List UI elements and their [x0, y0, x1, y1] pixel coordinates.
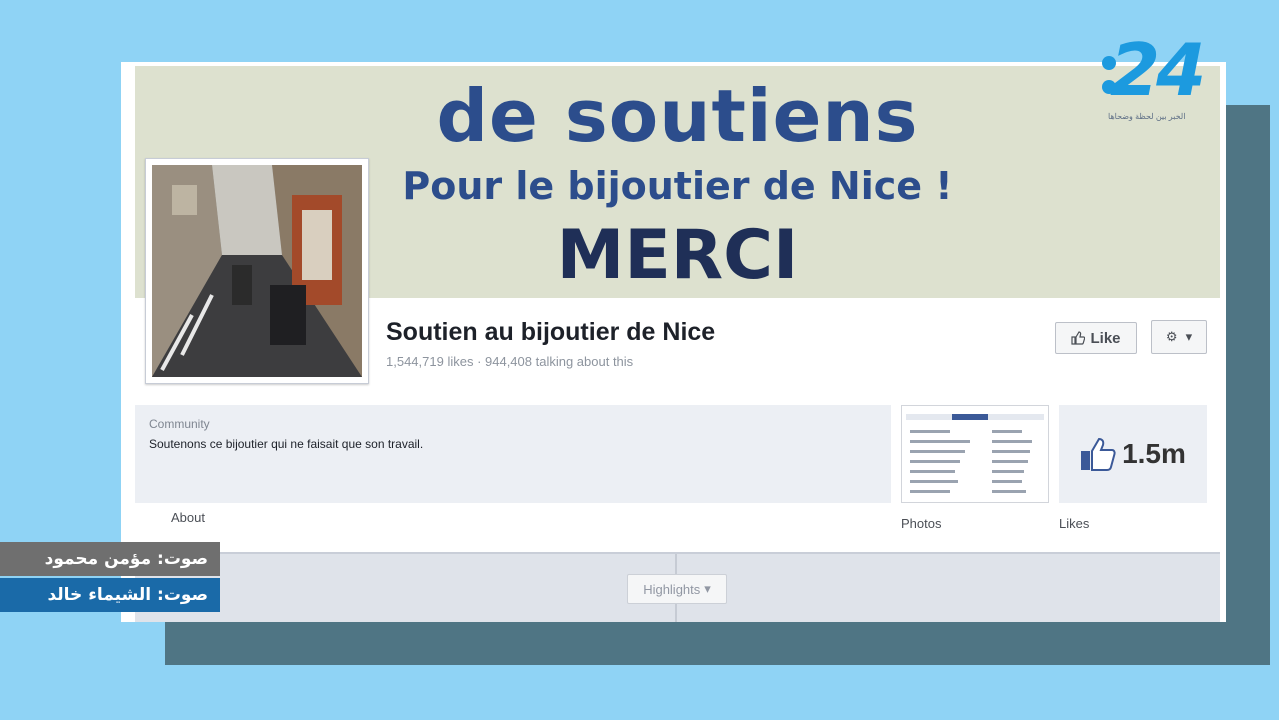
- facebook-page-screenshot: de soutiens Pour le bijoutier de Nice ! …: [121, 62, 1226, 622]
- settings-dropdown-button[interactable]: ⚙ ▾: [1151, 320, 1207, 354]
- voice-credit-1: صوت: مؤمن محمود: [0, 542, 220, 576]
- like-button-label: Like: [1090, 329, 1121, 347]
- street-photo: [152, 165, 362, 377]
- thumbs-up-icon: [1071, 331, 1086, 345]
- highlights-label: Highlights: [643, 581, 701, 597]
- likes-count: 1.5m: [1122, 438, 1186, 469]
- thumbs-up-icon: [1081, 437, 1116, 471]
- tab-likes[interactable]: Likes: [1059, 516, 1089, 531]
- logo-tagline: الخبر بين لحظة وضحاها: [1108, 112, 1186, 121]
- about-box[interactable]: Community Soutenons ce bijoutier qui ne …: [135, 405, 891, 503]
- timeline: Highlights ▾: [135, 552, 1220, 622]
- page-description: Soutenons ce bijoutier qui ne faisait qu…: [149, 437, 424, 451]
- profile-picture[interactable]: [145, 158, 369, 384]
- gear-icon: ⚙: [1165, 329, 1178, 344]
- highlights-dropdown[interactable]: Highlights ▾: [627, 574, 727, 604]
- like-button[interactable]: Like: [1055, 322, 1137, 354]
- channel-logo: 24 الخبر بين لحظة وضحاها: [1100, 28, 1220, 124]
- voice-credit-2: صوت: الشيماء خالد: [0, 578, 220, 612]
- page-title[interactable]: Soutien au bijoutier de Nice: [386, 318, 715, 347]
- tab-photos[interactable]: Photos: [901, 516, 941, 531]
- chevron-down-icon: ▾: [1185, 329, 1193, 344]
- cover-headline: de soutiens: [436, 74, 919, 158]
- page-stats: 1,544,719 likes · 944,408 talking about …: [386, 354, 634, 369]
- likes-box[interactable]: 1.5m: [1059, 405, 1207, 503]
- page-category: Community: [149, 417, 210, 431]
- photo-preview: [906, 414, 1044, 493]
- logo-number: 24: [1110, 28, 1206, 112]
- chevron-down-icon: ▾: [704, 581, 711, 596]
- photos-thumbnail[interactable]: [901, 405, 1049, 503]
- tab-about[interactable]: About: [171, 510, 205, 525]
